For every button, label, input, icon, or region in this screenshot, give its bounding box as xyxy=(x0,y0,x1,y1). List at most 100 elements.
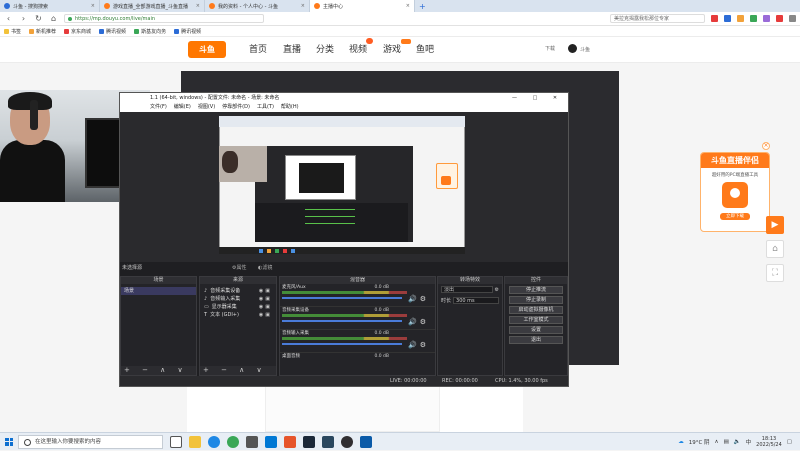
properties-button[interactable]: ⚙属性 xyxy=(232,264,247,271)
tab-favicon-icon xyxy=(104,3,110,9)
transition-select[interactable]: 淡出 xyxy=(441,286,493,293)
stop-streaming-button[interactable]: 停止推流 xyxy=(509,286,563,294)
menu-file[interactable]: 文件(F) xyxy=(150,103,167,112)
file-explorer-icon[interactable] xyxy=(189,435,201,448)
nav-home[interactable]: 首页 xyxy=(249,44,267,56)
tab-close-icon[interactable]: × xyxy=(91,3,95,9)
browser-tab[interactable]: 斗鱼 - 搜狗搜索 × xyxy=(0,0,100,12)
source-item[interactable]: ♪ 音频采集设备 ◉▣ xyxy=(200,287,276,295)
download-link[interactable]: 下载 xyxy=(545,45,555,52)
nav-category[interactable]: 分类 xyxy=(316,44,334,56)
extension-icon[interactable] xyxy=(750,15,757,22)
eye-lock-icon[interactable]: ◉▣ xyxy=(259,287,276,295)
eye-lock-icon[interactable]: ◉▣ xyxy=(259,295,276,303)
nav-video[interactable]: 视频 xyxy=(349,44,367,56)
source-item[interactable]: ▭ 显示器采集 ◉▣ xyxy=(200,303,276,311)
username[interactable]: 斗鱼 xyxy=(580,46,590,53)
stop-recording-button[interactable]: 停止录制 xyxy=(509,296,563,304)
menu-edit[interactable]: 编辑(E) xyxy=(174,103,191,112)
gear-icon[interactable]: ⚙ xyxy=(495,287,499,293)
taskbar-search[interactable]: 在这里输入你要搜索的内容 xyxy=(18,434,163,449)
nav-game[interactable]: 游戏 xyxy=(383,44,401,56)
browser-tab-active[interactable]: 主播中心 × xyxy=(310,0,415,12)
extension-icon[interactable] xyxy=(776,15,783,22)
virtual-camera-button[interactable]: 启动虚拟摄像机 xyxy=(509,306,563,314)
source-item[interactable]: T 文本 (GDI+) ◉▣ xyxy=(200,311,276,319)
promo-download-button[interactable]: 立即下载 xyxy=(720,213,750,220)
tab-close-icon[interactable]: × xyxy=(406,3,410,9)
bookmark-item[interactable]: 京东商城 xyxy=(64,28,91,35)
eye-lock-icon[interactable]: ◉▣ xyxy=(259,311,276,319)
home-icon[interactable]: ⌂ xyxy=(766,240,784,258)
extension-icon[interactable] xyxy=(711,15,718,22)
avatar[interactable] xyxy=(568,44,577,53)
sources-dock-toolbar[interactable]: + − ∧ ∨ xyxy=(200,366,276,375)
speaker-gear-icon[interactable]: 🔊⚙ xyxy=(408,318,429,326)
start-button[interactable] xyxy=(0,433,18,451)
ime-icon[interactable]: 中 xyxy=(746,438,752,446)
exit-button[interactable]: 退出 xyxy=(509,336,563,344)
new-tab-button[interactable]: + xyxy=(415,0,430,12)
network-icon[interactable]: ▤ xyxy=(724,439,729,445)
volume-icon[interactable]: 🔈 xyxy=(734,439,741,445)
filters-button[interactable]: ◐滤镜 xyxy=(258,264,272,271)
app-icon[interactable] xyxy=(284,435,296,448)
back-icon[interactable]: ‹ xyxy=(4,14,13,23)
forward-icon[interactable]: › xyxy=(19,14,28,23)
task-view-icon[interactable] xyxy=(170,435,182,448)
bookmark-item[interactable]: 腾讯视频 xyxy=(174,28,201,35)
volume-slider[interactable] xyxy=(282,320,402,322)
play-icon[interactable]: ▶ xyxy=(766,216,784,234)
scene-item[interactable]: 场景 xyxy=(121,287,196,295)
app-icon[interactable] xyxy=(265,435,277,448)
extension-icon[interactable] xyxy=(763,15,770,22)
tray-chevron-icon[interactable]: ∧ xyxy=(715,439,719,445)
steam-icon[interactable] xyxy=(303,435,315,448)
close-icon[interactable]: × xyxy=(762,142,770,150)
app-icon[interactable] xyxy=(246,435,258,448)
tab-close-icon[interactable]: × xyxy=(196,3,200,9)
browser-tab[interactable]: 我的资料 - 个人中心 - 斗鱼 × xyxy=(205,0,310,12)
eye-lock-icon[interactable]: ◉▣ xyxy=(259,303,276,311)
obs-icon[interactable] xyxy=(341,435,353,448)
extension-icon[interactable] xyxy=(724,15,731,22)
scenes-dock-toolbar[interactable]: + − ∧ ∨ xyxy=(121,366,196,375)
speaker-gear-icon[interactable]: 🔊⚙ xyxy=(408,341,429,349)
home-icon[interactable]: ⌂ xyxy=(49,14,58,23)
menu-help[interactable]: 帮助(H) xyxy=(281,103,299,112)
bookmark-item[interactable]: 腾讯视频 xyxy=(99,28,126,35)
douyu-logo[interactable]: 斗鱼 xyxy=(188,41,226,58)
bookmark-item[interactable]: 斯基友向务 xyxy=(134,28,166,35)
tab-close-icon[interactable]: × xyxy=(301,3,305,9)
menu-icon[interactable] xyxy=(789,15,796,22)
speaker-gear-icon[interactable]: 🔊⚙ xyxy=(408,295,429,303)
obs-window-controls[interactable]: — □ ✕ xyxy=(512,93,564,103)
notification-icon[interactable]: ▢ xyxy=(787,439,792,445)
extension-icon[interactable] xyxy=(737,15,744,22)
nav-fishbar[interactable]: 鱼吧 xyxy=(416,44,434,56)
edge-icon[interactable] xyxy=(208,435,220,448)
chrome-icon[interactable] xyxy=(227,435,239,448)
refresh-icon[interactable]: ↻ xyxy=(34,14,43,23)
nav-live[interactable]: 直播 xyxy=(283,44,301,56)
volume-slider[interactable] xyxy=(282,343,402,345)
menu-docks[interactable]: 停靠部件(D) xyxy=(222,103,250,112)
volume-slider[interactable] xyxy=(282,297,402,299)
web-search-input[interactable]: 美拉克揭露我松那位专家 xyxy=(610,14,705,23)
weather-text[interactable]: 19°C 阴 xyxy=(689,438,710,446)
source-item[interactable]: ♪ 音频输入采集 ◉▣ xyxy=(200,295,276,303)
duration-input[interactable]: 300 ms xyxy=(453,297,499,304)
menu-tools[interactable]: 工具(T) xyxy=(257,103,274,112)
douyu-companion-promo[interactable]: 斗鱼直播伴侣 超好用的PC端直播工具 DOUYU 立即下载 xyxy=(700,152,770,232)
menu-view[interactable]: 视图(V) xyxy=(198,103,215,112)
studio-mode-button[interactable]: 工作室模式 xyxy=(509,316,563,324)
settings-button[interactable]: 设置 xyxy=(509,326,563,334)
browser-tab[interactable]: 游戏直播_全部游戏直播_斗鱼直播 × xyxy=(100,0,205,12)
bookmark-item[interactable]: 书签 xyxy=(4,28,21,35)
expand-icon[interactable]: ⛶ xyxy=(766,264,784,282)
app-icon[interactable] xyxy=(322,435,334,448)
app-icon[interactable] xyxy=(360,435,372,448)
clock[interactable]: 18:13 2022/5/24 xyxy=(756,436,782,448)
bookmark-item[interactable]: 新机推荐 xyxy=(29,28,56,35)
url-input[interactable]: https://mp.douyu.com/live/main xyxy=(64,14,264,23)
